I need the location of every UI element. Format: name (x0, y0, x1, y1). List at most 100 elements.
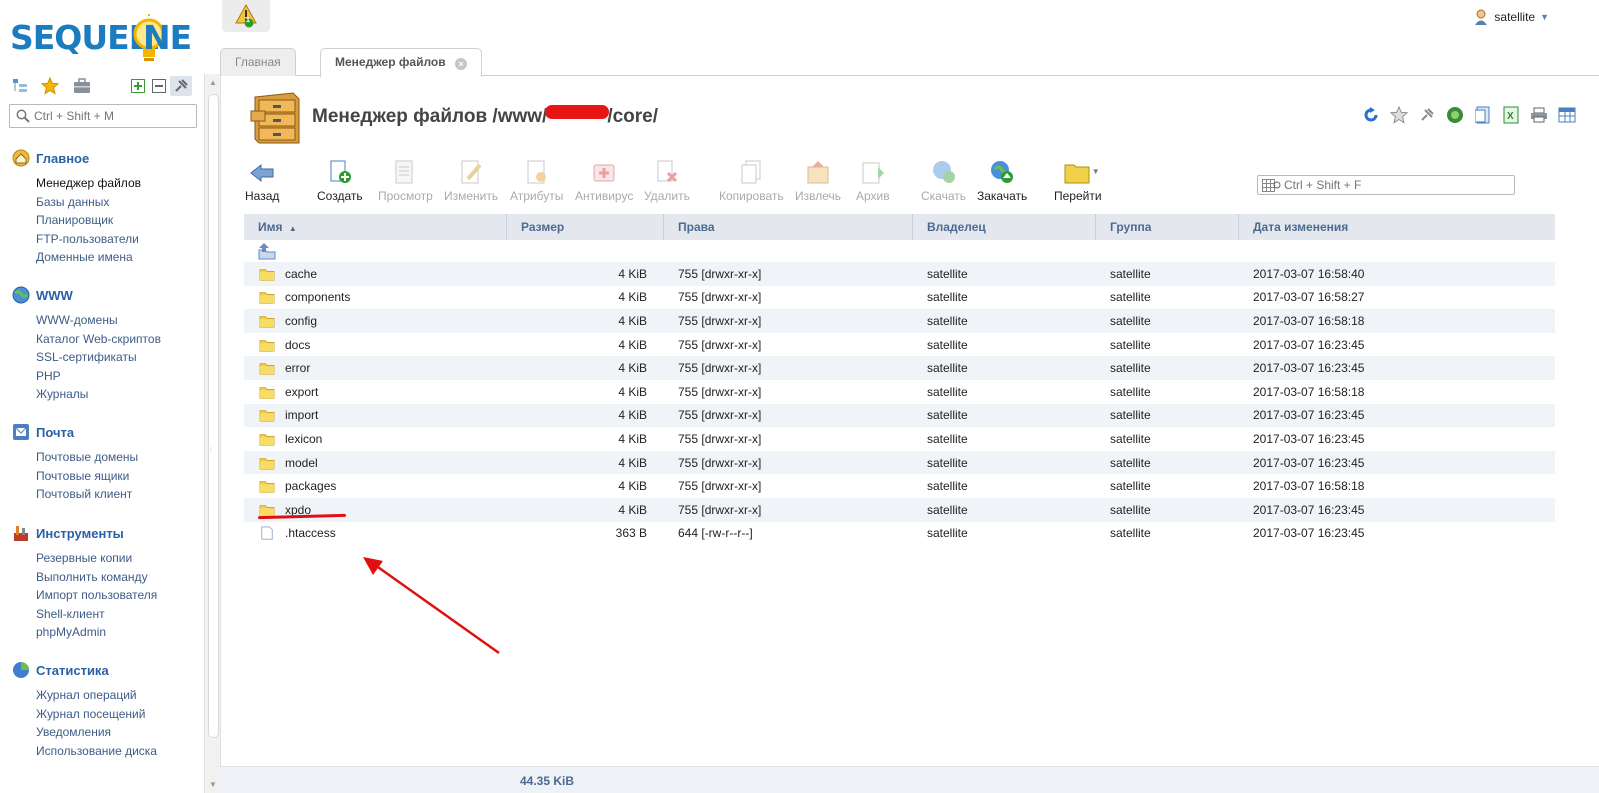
alerts-button[interactable]: 1 (222, 0, 270, 32)
nav-group-stats-header[interactable]: Статистика (12, 660, 202, 680)
antivirus-button[interactable]: Антивирус (575, 159, 633, 203)
column-header-size[interactable]: Размер (507, 214, 664, 240)
pin-icon[interactable] (1417, 105, 1437, 125)
tree-view-icon[interactable] (10, 76, 30, 96)
sidebar-item-logs[interactable]: Журналы (36, 385, 202, 404)
refresh-icon[interactable] (1361, 105, 1381, 125)
scroll-up-icon[interactable]: ▲ (209, 78, 217, 87)
sidebar-item-ssl[interactable]: SSL-сертификаты (36, 348, 202, 367)
sidebar-item-operations-log[interactable]: Журнал операций (36, 686, 202, 705)
file-search-input[interactable] (1284, 178, 1504, 192)
sidebar-item-databases[interactable]: Базы данных (36, 193, 202, 212)
collapse-all-icon[interactable] (149, 76, 169, 96)
cell-group: satellite (1110, 313, 1151, 328)
sidebar-item-web-scripts[interactable]: Каталог Web-скриптов (36, 330, 202, 349)
star-icon[interactable] (40, 76, 60, 96)
column-header-name[interactable]: Имя ▲ (244, 214, 507, 240)
sidebar-scrollbar[interactable]: ▲ ⦙ ▼ (204, 74, 221, 793)
sidebar-item-import-user[interactable]: Импорт пользователя (36, 586, 202, 605)
file-name[interactable]: config (285, 314, 317, 328)
attributes-button[interactable]: Атрибуты (510, 159, 563, 203)
close-icon[interactable]: × (454, 58, 467, 70)
copy-button[interactable]: Копировать (719, 159, 784, 203)
table-row[interactable]: xpdo 4 KiB 755 [drwxr-xr-x] satellite satell… (244, 497, 1555, 522)
table-row[interactable]: import 4 KiB 755 [drwxr-xr-x] satellite sate… (244, 403, 1555, 428)
logo[interactable]: SEQUEL. NE (10, 12, 200, 70)
file-name[interactable]: error (285, 361, 310, 375)
edit-button[interactable]: Изменить (444, 159, 498, 203)
parent-dir-row[interactable] (244, 240, 1555, 262)
table-row[interactable]: docs 4 KiB 755 [drwxr-xr-x] satellite satell… (244, 333, 1555, 357)
sidebar-search[interactable] (9, 104, 197, 128)
table-row[interactable]: .htaccess 363 B 644 [-rw-r--r--] satellite s… (244, 522, 1555, 546)
sidebar-item-notifications[interactable]: Уведомления (36, 723, 202, 742)
scroll-down-icon[interactable]: ▼ (209, 780, 217, 789)
file-search[interactable] (1257, 175, 1515, 195)
column-header-owner[interactable]: Владелец (913, 214, 1096, 240)
table-row[interactable]: cache 4 KiB 755 [drwxr-xr-x] satellite satel… (244, 262, 1555, 286)
sidebar-item-shell-client[interactable]: Shell-клиент (36, 605, 202, 624)
sidebar-item-www-domains[interactable]: WWW-домены (36, 311, 202, 330)
archive-button[interactable]: Архив (856, 159, 890, 203)
sidebar-item-run-command[interactable]: Выполнить команду (36, 568, 202, 587)
upload-button[interactable]: Закачать (977, 159, 1027, 203)
sidebar-item-backups[interactable]: Резервные копии (36, 549, 202, 568)
download-button[interactable]: Скачать (921, 159, 966, 203)
sidebar-item-disk-usage[interactable]: Использование диска (36, 742, 202, 761)
pin-icon[interactable] (170, 76, 192, 96)
sidebar-item-phpmyadmin[interactable]: phpMyAdmin (36, 623, 202, 642)
view-button[interactable]: Просмотр (378, 159, 433, 203)
sidebar-search-input[interactable] (34, 108, 192, 124)
column-header-group[interactable]: Группа (1096, 214, 1239, 240)
table-row[interactable]: components 4 KiB 755 [drwxr-xr-x] satellite… (244, 286, 1555, 310)
file-name[interactable]: components (285, 290, 350, 304)
document-icon[interactable] (1473, 105, 1493, 125)
column-header-modified[interactable]: Дата изменения (1239, 214, 1555, 240)
sidebar-item-scheduler[interactable]: Планировщик (36, 211, 202, 230)
tab-file-manager[interactable]: Менеджер файлов × (320, 48, 482, 77)
sidebar-item-mailboxes[interactable]: Почтовые ящики (36, 467, 202, 486)
briefcase-icon[interactable] (72, 76, 92, 96)
table-row[interactable]: packages 4 KiB 755 [drwxr-xr-x] satellite sa… (244, 474, 1555, 498)
nav-group-tools-header[interactable]: Инструменты (12, 523, 202, 543)
table-settings-icon[interactable] (1557, 105, 1577, 125)
print-icon[interactable] (1529, 105, 1549, 125)
file-name[interactable]: lexicon (285, 432, 322, 446)
expand-all-icon[interactable] (128, 76, 148, 96)
table-row[interactable]: error 4 KiB 755 [drwxr-xr-x] satellite satel… (244, 356, 1555, 380)
sidebar-item-mail-domains[interactable]: Почтовые домены (36, 448, 202, 467)
globe-icon[interactable] (1445, 105, 1465, 125)
sidebar-item-php[interactable]: PHP (36, 367, 202, 386)
tab-home[interactable]: Главная (220, 48, 296, 76)
extract-button[interactable]: Извлечь (795, 159, 841, 203)
nav-group-mail-header[interactable]: Почта (12, 422, 202, 442)
file-name[interactable]: import (285, 408, 318, 422)
file-name[interactable]: cache (285, 267, 317, 281)
column-header-permissions[interactable]: Права (664, 214, 913, 240)
file-name[interactable]: export (285, 385, 318, 399)
back-button[interactable]: Назад (245, 159, 279, 203)
table-row[interactable]: lexicon 4 KiB 755 [drwxr-xr-x] satellite sat… (244, 427, 1555, 451)
nav-group-main-header[interactable]: Главное (12, 148, 202, 168)
file-name[interactable]: model (285, 456, 318, 470)
table-row[interactable]: config 4 KiB 755 [drwxr-xr-x] satellite sate… (244, 309, 1555, 333)
table-row[interactable]: model 4 KiB 755 [drwxr-xr-x] satellite satel… (244, 450, 1555, 475)
file-name[interactable]: .htaccess (285, 526, 336, 540)
excel-export-icon[interactable]: X (1501, 105, 1521, 125)
sidebar-item-mail-client[interactable]: Почтовый клиент (36, 485, 202, 504)
table-row[interactable]: export 4 KiB 755 [drwxr-xr-x] satellite sate… (244, 380, 1555, 404)
user-menu[interactable]: satellite ▼ (1474, 8, 1549, 26)
sidebar-item-ftp-users[interactable]: FTP-пользователи (36, 230, 202, 249)
resize-grip-icon[interactable]: ⦙ (210, 444, 212, 455)
sidebar-item-visits-log[interactable]: Журнал посещений (36, 705, 202, 724)
goto-button[interactable]: ▼ Перейти (1054, 159, 1102, 203)
sidebar-item-file-manager[interactable]: Менеджер файлов (36, 174, 202, 193)
sidebar-item-domain-names[interactable]: Доменные имена (36, 248, 202, 267)
file-name[interactable]: docs (285, 338, 310, 352)
delete-button[interactable]: Удалить (644, 159, 690, 203)
nav-group-www-header[interactable]: WWW (12, 285, 202, 305)
file-name[interactable]: packages (285, 479, 336, 493)
star-icon[interactable] (1389, 105, 1409, 125)
scrollbar-thumb[interactable] (208, 94, 219, 738)
create-button[interactable]: Создать (317, 159, 363, 203)
